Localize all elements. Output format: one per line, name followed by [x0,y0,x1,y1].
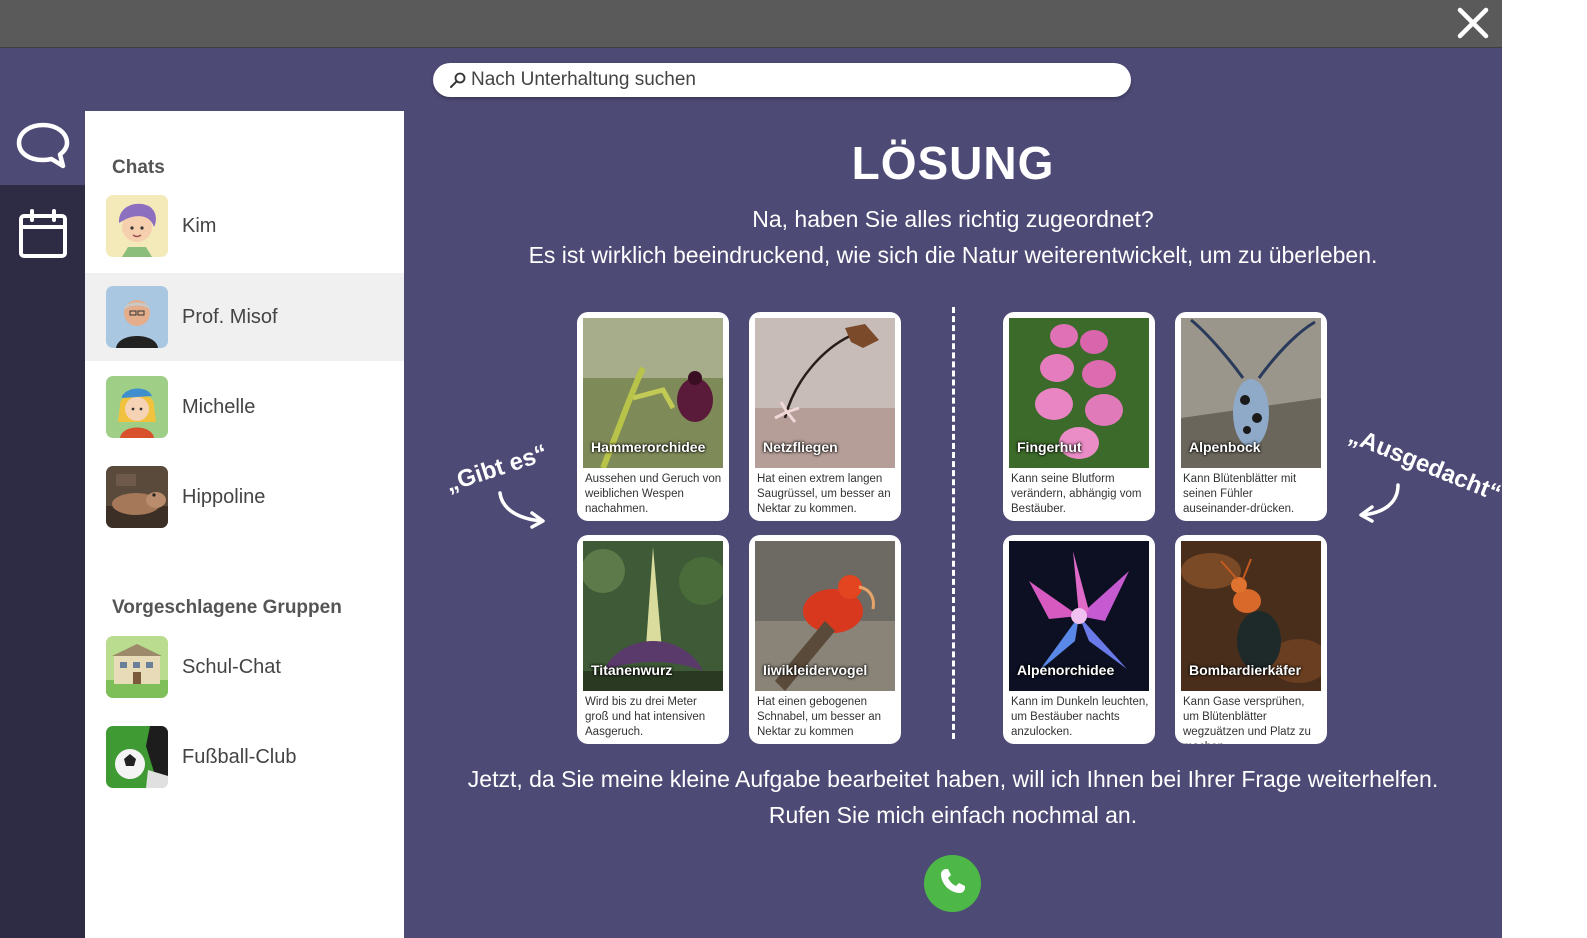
chat-icon [15,121,71,176]
chat-item-prof-misof[interactable]: Prof. Misof [85,273,404,361]
card-title: Alpenorchidee [1017,662,1115,678]
card-title: Titanenwurz [591,662,673,678]
card-description: Kann seine Blutform verändern, abhängig … [1011,473,1142,515]
call-button[interactable] [924,855,981,912]
title-bar [0,0,1502,48]
card-description: Aussehen und Geruch von weiblichen Wespe… [585,473,722,515]
card-alpenorchidee[interactable]: Alpenorchidee Kann im Dunkeln leuchten, … [1003,535,1155,744]
card-alpenbock[interactable]: Alpenbock Kann Blütenblätter mit seinen … [1175,312,1327,521]
search-icon [449,71,467,89]
group-item-name: Fußball-Club [182,745,297,768]
chat-item-name: Prof. Misof [182,305,278,328]
calendar-icon [17,208,69,265]
close-icon[interactable] [1456,6,1490,40]
search-placeholder: Nach Unterhaltung suchen [471,69,696,90]
rail-calendar-button[interactable] [0,199,85,273]
phone-icon [938,866,968,901]
search-input[interactable]: Nach Unterhaltung suchen [433,63,1131,97]
chat-sidebar: Chats Kim Prof. Misof Michelle Hippoline [85,111,404,938]
outro-line-1: Jetzt, da Sie meine kleine Aufgabe bearb… [467,766,1439,792]
card-netzfliegen[interactable]: Netzfliegen Hat einen extrem langen Saug… [749,312,901,521]
chat-item-hippoline[interactable]: Hippoline [85,453,404,541]
avatar [106,636,168,698]
card-title: Iiwikleidervogel [763,662,868,678]
chat-item-michelle[interactable]: Michelle [85,363,404,451]
divider [952,307,955,739]
card-title: Fingerhut [1017,439,1082,455]
group-item-schul-chat[interactable]: Schul-Chat [85,623,404,711]
avatar [106,726,168,788]
solution-panel: LÖSUNG Na, haben Sie alles richtig zugeo… [404,111,1502,938]
card-title: Netzfliegen [763,439,838,455]
outro-line-2: Rufen Sie mich einfach nochmal an. [768,802,1138,828]
chat-item-kim[interactable]: Kim [85,182,404,270]
arrow-left-icon [1359,483,1400,523]
card-description: Hat einen gebogenen Schnabel, um besser … [757,696,882,738]
card-title: Bombardierkäfer [1189,662,1302,678]
page-title: LÖSUNG [851,137,1055,189]
group-item-name: Schul-Chat [182,655,281,678]
card-description: Kann Gase versprühen, um Blütenblätter w… [1183,696,1311,744]
card-description: Wird bis zu drei Meter groß und hat inte… [585,696,706,738]
card-fingerhut[interactable]: Fingerhut Kann seine Blutform verändern,… [1003,312,1155,521]
chat-item-name: Michelle [182,395,256,418]
card-bombardierkaefer[interactable]: Bombardierkäfer Kann Gase versprühen, um… [1175,535,1327,744]
card-iiwikleidervogel[interactable]: Iiwikleidervogel Hat einen gebogenen Sch… [749,535,901,744]
avatar [106,466,168,528]
card-description: Hat einen extrem langen Saugrüssel, um b… [757,473,891,515]
avatar [106,286,168,348]
app-window: Nach Unterhaltung suchen Chats Kim Prof. [0,0,1502,938]
intro-line-1: Na, haben Sie alles richtig zugeordnet? [752,206,1154,232]
card-hammerorchidee[interactable]: Hammerorchidee Aussehen und Geruch von w… [577,312,729,521]
card-title: Alpenbock [1189,439,1261,455]
icon-rail [0,111,85,938]
card-titanenwurz[interactable]: Titanenwurz Wird bis zu drei Meter groß … [577,535,729,744]
groups-title: Vorgeschlagene Gruppen [112,597,342,618]
avatar [106,376,168,438]
intro-line-2: Es ist wirklich beeindruckend, wie sich … [528,242,1378,268]
arrow-right-icon [498,491,545,529]
rail-chat-button[interactable] [0,111,85,185]
chat-item-name: Kim [182,214,217,237]
card-description: Kann im Dunkeln leuchten, um Bestäuber n… [1011,696,1149,738]
chats-title: Chats [112,157,165,178]
card-description: Kann Blütenblätter mit seinen Fühler aus… [1183,473,1297,515]
chat-item-name: Hippoline [182,485,266,508]
group-item-fussball-club[interactable]: Fußball-Club [85,713,404,801]
card-title: Hammerorchidee [591,439,706,455]
avatar [106,195,168,257]
